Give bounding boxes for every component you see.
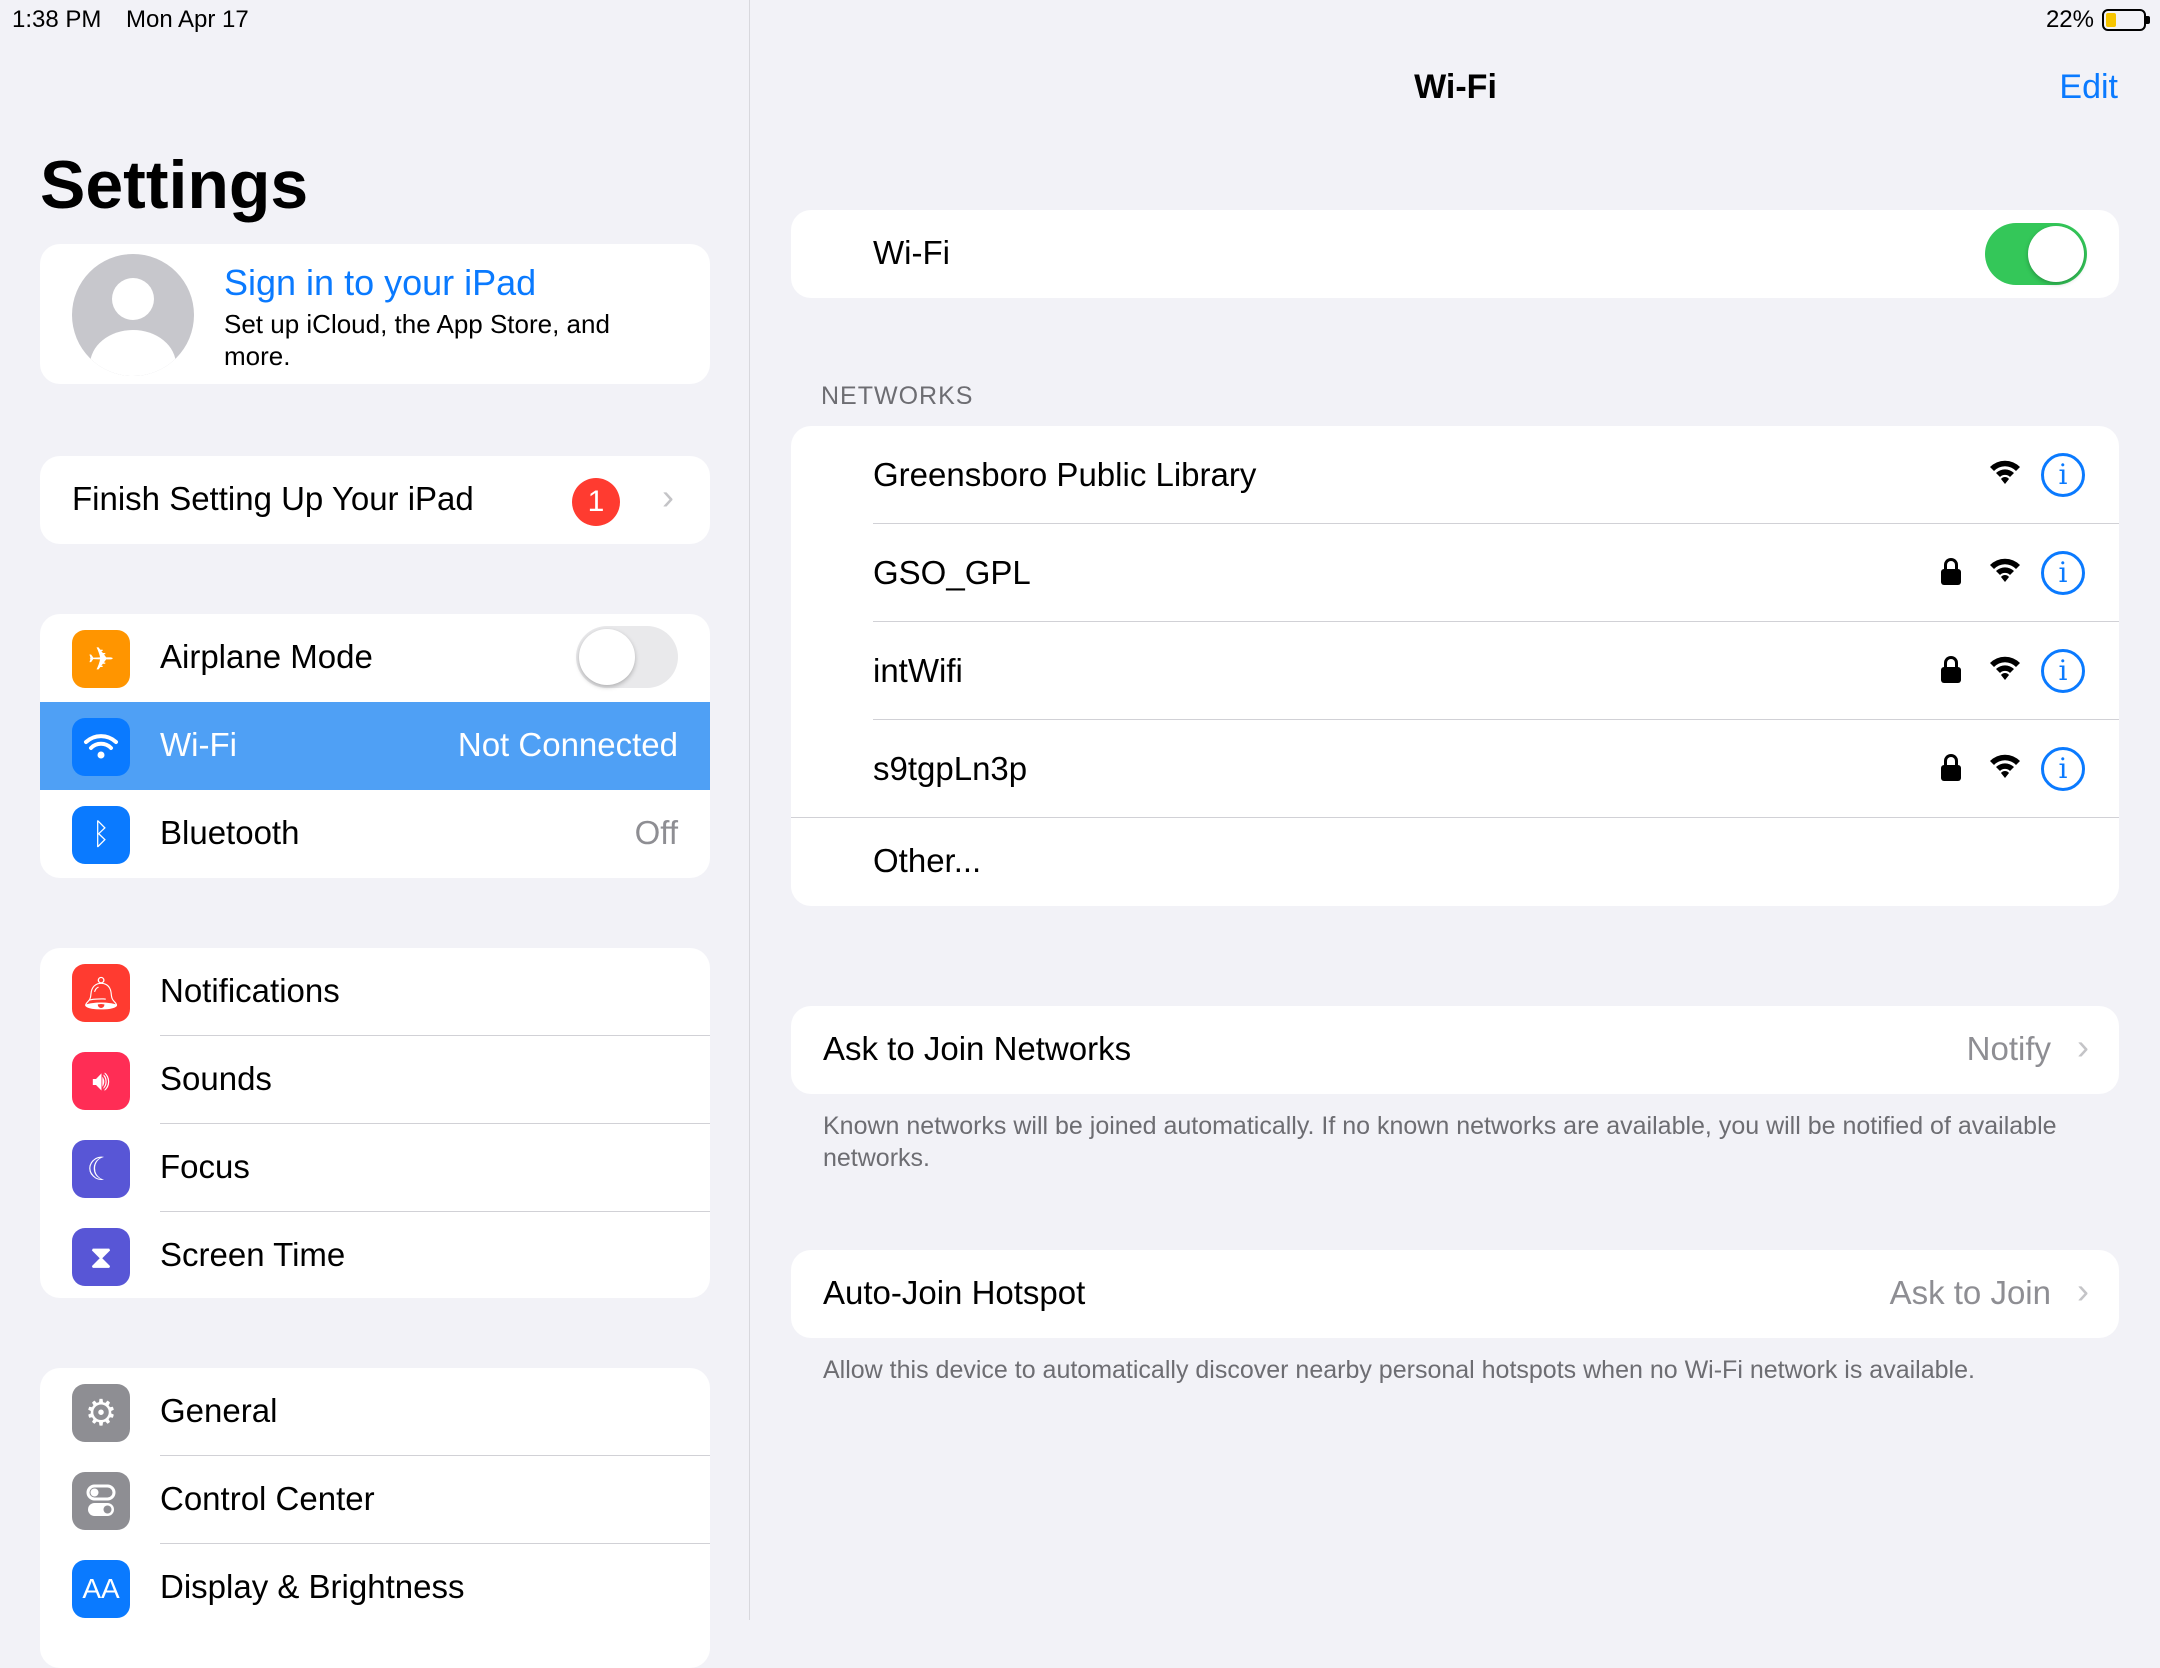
sidebar-item-bluetooth[interactable]: ᛒ Bluetooth Off xyxy=(40,790,710,878)
sidebar-item-focus[interactable]: ☾ Focus xyxy=(40,1124,710,1212)
notification-badge: 1 xyxy=(572,478,620,526)
sidebar-item-airplane-mode[interactable]: ✈ Airplane Mode xyxy=(40,614,710,702)
wifi-toggle[interactable] xyxy=(1985,223,2087,285)
other-network-row[interactable]: Other... xyxy=(791,818,2119,906)
sidebar-item-label: Wi-Fi xyxy=(160,726,237,763)
wifi-signal-icon xyxy=(1990,656,2020,680)
wifi-status-value: Not Connected xyxy=(457,726,678,763)
chevron-right-icon: › xyxy=(2077,1026,2089,1067)
status-time: 1:38 PM xyxy=(12,6,102,33)
finish-setup-row[interactable]: Finish Setting Up Your iPad 1 › xyxy=(40,456,710,544)
ask-to-join-footnote: Known networks will be joined automatica… xyxy=(823,1112,2057,1172)
text-size-icon: AA xyxy=(72,1560,130,1618)
edit-button[interactable]: Edit xyxy=(2059,68,2118,107)
sidebar-item-label: Display & Brightness xyxy=(160,1568,465,1605)
bluetooth-icon: ᛒ xyxy=(72,806,130,864)
gear-icon: ⚙ xyxy=(72,1384,130,1442)
sidebar-item-screen-time[interactable]: ⧗ Screen Time xyxy=(40,1212,710,1298)
networks-list: Greensboro Public Library i GSO_GPL i in… xyxy=(791,426,2119,906)
airplane-icon: ✈ xyxy=(72,630,130,688)
sign-in-link[interactable]: Sign in to your iPad xyxy=(224,262,536,304)
bluetooth-status-value: Off xyxy=(634,814,678,851)
sidebar-item-label: General xyxy=(160,1392,278,1429)
hourglass-icon: ⧗ xyxy=(72,1228,130,1286)
auto-join-label: Auto-Join Hotspot xyxy=(823,1274,1086,1311)
sidebar-item-label: Bluetooth xyxy=(160,814,300,851)
ask-to-join-label: Ask to Join Networks xyxy=(823,1030,1132,1067)
battery-percent: 22% xyxy=(2045,6,2094,33)
network-name: Greensboro Public Library xyxy=(873,456,1257,493)
ask-to-join-value: Notify xyxy=(1966,1030,2051,1067)
avatar xyxy=(72,254,194,376)
auto-join-footnote: Allow this device to automatically disco… xyxy=(823,1356,1975,1384)
lock-icon xyxy=(1941,754,1961,782)
bell-icon: 🔔︎ xyxy=(72,964,130,1022)
sidebar-item-label: Screen Time xyxy=(160,1236,346,1273)
chevron-right-icon: › xyxy=(2077,1270,2089,1311)
network-name: GSO_GPL xyxy=(873,554,1031,591)
other-network-label: Other... xyxy=(873,842,982,879)
network-row[interactable]: Greensboro Public Library i xyxy=(791,426,2119,524)
notifications-group: 🔔︎ Notifications 🔊︎ Sounds ☾ Focus ⧗ Scr… xyxy=(40,948,710,1298)
info-icon[interactable]: i xyxy=(2041,551,2085,595)
moon-icon: ☾ xyxy=(72,1140,130,1198)
network-row[interactable]: intWifi i xyxy=(791,622,2119,720)
sidebar-item-label: Sounds xyxy=(160,1060,272,1097)
auto-join-hotspot-row[interactable]: Auto-Join Hotspot Ask to Join › xyxy=(791,1250,2119,1338)
wifi-toggle-label: Wi-Fi xyxy=(873,234,950,271)
status-date: Mon Apr 17 xyxy=(126,6,249,33)
sign-in-card[interactable]: Sign in to your iPad Set up iCloud, the … xyxy=(40,244,710,384)
settings-sidebar: Settings Sign in to your iPad Set up iCl… xyxy=(0,0,750,1668)
info-icon[interactable]: i xyxy=(2041,453,2085,497)
network-row[interactable]: GSO_GPL i xyxy=(791,524,2119,622)
info-icon[interactable]: i xyxy=(2041,747,2085,791)
sidebar-item-display-brightness[interactable]: AA Display & Brightness xyxy=(40,1544,710,1632)
sidebar-item-label: Focus xyxy=(160,1148,250,1185)
airplane-mode-toggle[interactable] xyxy=(576,626,678,688)
switches-icon xyxy=(72,1472,130,1530)
sidebar-item-label: Airplane Mode xyxy=(160,638,373,675)
sidebar-item-control-center[interactable]: Control Center xyxy=(40,1456,710,1544)
wifi-toggle-row: Wi-Fi xyxy=(791,210,2119,298)
wifi-signal-icon xyxy=(1990,754,2020,778)
network-name: intWifi xyxy=(873,652,963,689)
sidebar-item-notifications[interactable]: 🔔︎ Notifications xyxy=(40,948,710,1036)
info-icon[interactable]: i xyxy=(2041,649,2085,693)
speaker-icon: 🔊︎ xyxy=(72,1052,130,1110)
wifi-icon xyxy=(72,718,130,776)
wifi-signal-icon xyxy=(1990,558,2020,582)
sidebar-title: Settings xyxy=(40,147,309,223)
sign-in-subtitle: Set up iCloud, the App Store, and more. xyxy=(224,309,610,371)
network-row[interactable]: s9tgpLn3p i xyxy=(791,720,2119,818)
sidebar-item-wifi[interactable]: Wi-Fi Not Connected xyxy=(40,702,710,790)
chevron-right-icon: › xyxy=(662,476,674,517)
battery-icon xyxy=(2102,9,2150,31)
general-group: ⚙ General Control Center AA Display & Br… xyxy=(40,1368,710,1668)
connectivity-group: ✈ Airplane Mode Wi-Fi Not Connected ᛒ Bl… xyxy=(40,614,710,878)
lock-icon xyxy=(1941,558,1961,586)
sidebar-item-sounds[interactable]: 🔊︎ Sounds xyxy=(40,1036,710,1124)
status-bar: 1:38 PM Mon Apr 17 22% xyxy=(0,0,2160,40)
network-name: s9tgpLn3p xyxy=(873,750,1028,787)
lock-icon xyxy=(1941,656,1961,684)
ask-to-join-row[interactable]: Ask to Join Networks Notify › xyxy=(791,1006,2119,1094)
wifi-detail-pane: Wi-Fi Edit Wi-Fi NETWORKS Greensboro Pub… xyxy=(751,0,2160,1620)
sidebar-item-general[interactable]: ⚙ General xyxy=(40,1368,710,1456)
wifi-signal-icon xyxy=(1990,460,2020,484)
networks-section-header: NETWORKS xyxy=(821,382,974,410)
sidebar-item-label: Control Center xyxy=(160,1480,375,1517)
finish-setup-label: Finish Setting Up Your iPad xyxy=(72,480,474,517)
auto-join-value: Ask to Join xyxy=(1889,1274,2051,1311)
page-title: Wi-Fi xyxy=(1414,68,1497,106)
sidebar-item-label: Notifications xyxy=(160,972,340,1009)
